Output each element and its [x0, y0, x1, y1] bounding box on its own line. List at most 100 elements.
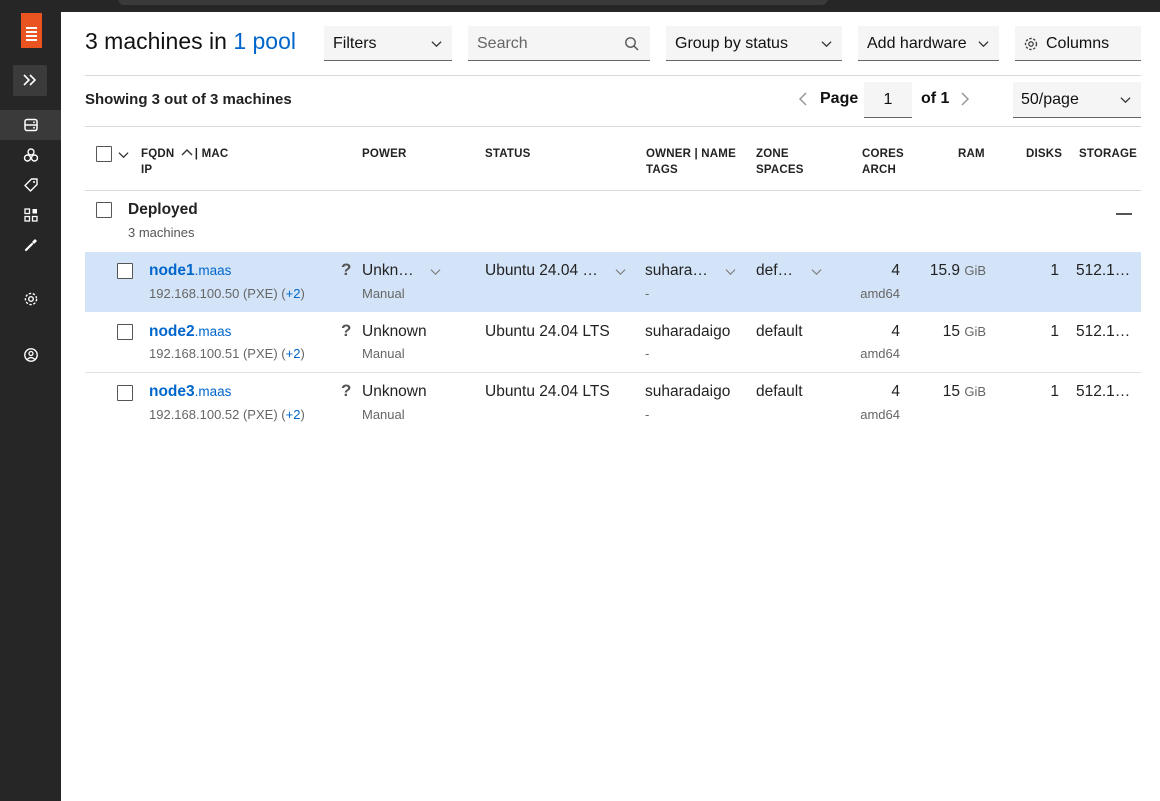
- column-header-owner[interactable]: OWNER | NAME TAGS: [646, 146, 736, 178]
- machine-fqdn[interactable]: node3.maas: [149, 383, 231, 401]
- search-input[interactable]: Search: [468, 26, 650, 61]
- machine-power[interactable]: Unkn…: [362, 262, 414, 280]
- expand-sidebar-button[interactable]: [13, 65, 47, 96]
- machine-zone[interactable]: def…: [756, 262, 793, 280]
- ram-unit: GiB: [964, 324, 986, 339]
- machine-power[interactable]: Unknown: [362, 323, 427, 341]
- chevron-left-icon[interactable]: [797, 92, 809, 106]
- machine-owner[interactable]: suharadaigo: [645, 323, 730, 341]
- group-by-dropdown[interactable]: Group by status: [666, 26, 842, 61]
- chevron-down-icon: [978, 41, 989, 48]
- machine-ram: 15.9 GiB: [930, 262, 986, 280]
- per-page-dropdown[interactable]: 50/page: [1013, 82, 1141, 118]
- machine-arch: amd64: [860, 407, 900, 422]
- machine-fqdn[interactable]: node2.maas: [149, 323, 231, 341]
- maas-logo[interactable]: [21, 13, 42, 48]
- machine-domain[interactable]: .maas: [195, 324, 232, 339]
- row-checkbox[interactable]: [117, 385, 133, 401]
- extra-ip-paren: ): [300, 407, 305, 422]
- pool-link[interactable]: 1 pool: [233, 28, 296, 54]
- machine-status[interactable]: Ubuntu 24.04 LTS: [485, 323, 610, 341]
- machine-owner[interactable]: suhara…: [645, 262, 708, 280]
- sidebar-item-pools[interactable]: [0, 140, 61, 170]
- table-row[interactable]: node3.maas 192.168.100.52 (PXE) (+2) ? U…: [85, 373, 1141, 433]
- sidebar-item-kvm[interactable]: [0, 230, 61, 260]
- sidebar-item-account[interactable]: [0, 340, 61, 370]
- machine-status[interactable]: Ubuntu 24.04 …: [485, 262, 598, 280]
- filters-label: Filters: [333, 35, 377, 52]
- ip-header-label[interactable]: IP: [141, 164, 152, 176]
- search-icon[interactable]: [624, 36, 640, 52]
- machine-disks: 1: [1050, 383, 1059, 400]
- owner-header-label: OWNER | NAME: [646, 148, 736, 160]
- machine-hostname[interactable]: node1: [149, 262, 195, 279]
- machine-arch: amd64: [860, 346, 900, 361]
- filters-dropdown[interactable]: Filters: [324, 26, 452, 61]
- sidebar-item-tags[interactable]: [0, 170, 61, 200]
- group-checkbox[interactable]: [96, 202, 112, 218]
- spaces-header-label[interactable]: SPACES: [756, 164, 804, 176]
- machine-hostname[interactable]: node2: [149, 323, 195, 340]
- extra-ips-link[interactable]: +2: [286, 346, 301, 361]
- machine-cores: 4: [891, 262, 900, 279]
- machine-owner[interactable]: suharadaigo: [645, 383, 730, 401]
- chevron-right-icon[interactable]: [959, 92, 971, 106]
- column-header-status[interactable]: STATUS: [485, 146, 531, 162]
- select-all-checkbox[interactable]: [96, 146, 112, 162]
- sidebar-item-machines[interactable]: [0, 110, 61, 140]
- top-search-bar[interactable]: [118, 0, 828, 5]
- arch-header-label[interactable]: ARCH: [862, 164, 896, 176]
- machine-power-type: Manual: [362, 346, 405, 361]
- mac-header-label[interactable]: | MAC: [195, 148, 229, 160]
- column-header-ram[interactable]: RAM: [958, 146, 985, 162]
- tags-header-label[interactable]: TAGS: [646, 164, 678, 176]
- chevron-down-icon[interactable]: [118, 149, 129, 160]
- collapse-group-button[interactable]: [1116, 213, 1132, 215]
- status-menu-chevron-icon[interactable]: [615, 266, 626, 277]
- machine-ip: 192.168.100.52 (PXE) (+2): [149, 407, 305, 422]
- column-header-disks[interactable]: DISKS: [1026, 146, 1062, 162]
- sidebar-item-settings[interactable]: [0, 284, 61, 314]
- column-header-zone[interactable]: ZONE SPACES: [756, 146, 804, 178]
- row-checkbox[interactable]: [117, 324, 133, 340]
- wrench-icon: [24, 239, 37, 252]
- owner-menu-chevron-icon[interactable]: [725, 266, 736, 277]
- page-total: of 1: [921, 90, 950, 107]
- power-unknown-icon: ?: [341, 381, 352, 400]
- title-text: 3 machines in: [85, 28, 227, 54]
- sidebar-item-zones[interactable]: [0, 200, 61, 230]
- showing-count: Showing 3 out of 3 machines: [85, 91, 292, 108]
- machine-zone[interactable]: default: [756, 323, 803, 341]
- group-title: Deployed: [128, 201, 198, 218]
- column-header-power[interactable]: POWER: [362, 146, 406, 162]
- column-header-storage[interactable]: STORAGE: [1079, 146, 1137, 162]
- column-header-fqdn[interactable]: FQDN | MAC IP: [141, 146, 228, 178]
- machine-zone[interactable]: default: [756, 383, 803, 401]
- table-row[interactable]: node1.maas 192.168.100.50 (PXE) (+2) ? U…: [85, 252, 1141, 312]
- extra-ips-link[interactable]: +2: [286, 407, 301, 422]
- machine-fqdn[interactable]: node1.maas: [149, 262, 231, 280]
- machine-ip: 192.168.100.51 (PXE) (+2): [149, 346, 305, 361]
- machine-domain[interactable]: .maas: [195, 263, 232, 278]
- page-title: 3 machines in 1 pool: [85, 28, 296, 55]
- column-header-cores[interactable]: CORES ARCH: [862, 146, 904, 178]
- machine-power[interactable]: Unknown: [362, 383, 427, 401]
- columns-label: Columns: [1046, 35, 1110, 52]
- machine-domain[interactable]: .maas: [195, 384, 232, 399]
- machine-storage: 512.1…: [1076, 383, 1131, 400]
- add-hardware-label: Add hardware: [867, 35, 967, 52]
- machine-hostname[interactable]: node3: [149, 383, 195, 400]
- page-number-input[interactable]: [864, 82, 912, 118]
- zone-menu-chevron-icon[interactable]: [811, 266, 822, 277]
- page-label: Page: [820, 90, 859, 107]
- ram-value: 15: [942, 383, 961, 400]
- machine-status[interactable]: Ubuntu 24.04 LTS: [485, 383, 610, 401]
- power-menu-chevron-icon[interactable]: [430, 266, 441, 277]
- table-row[interactable]: node2.maas 192.168.100.51 (PXE) (+2) ? U…: [85, 313, 1141, 373]
- columns-button[interactable]: Columns: [1015, 26, 1141, 61]
- power-unknown-icon: ?: [341, 260, 352, 279]
- row-checkbox[interactable]: [117, 263, 133, 279]
- double-chevron-right-icon: [23, 74, 37, 86]
- add-hardware-button[interactable]: Add hardware: [858, 26, 999, 61]
- extra-ips-link[interactable]: +2: [286, 286, 301, 301]
